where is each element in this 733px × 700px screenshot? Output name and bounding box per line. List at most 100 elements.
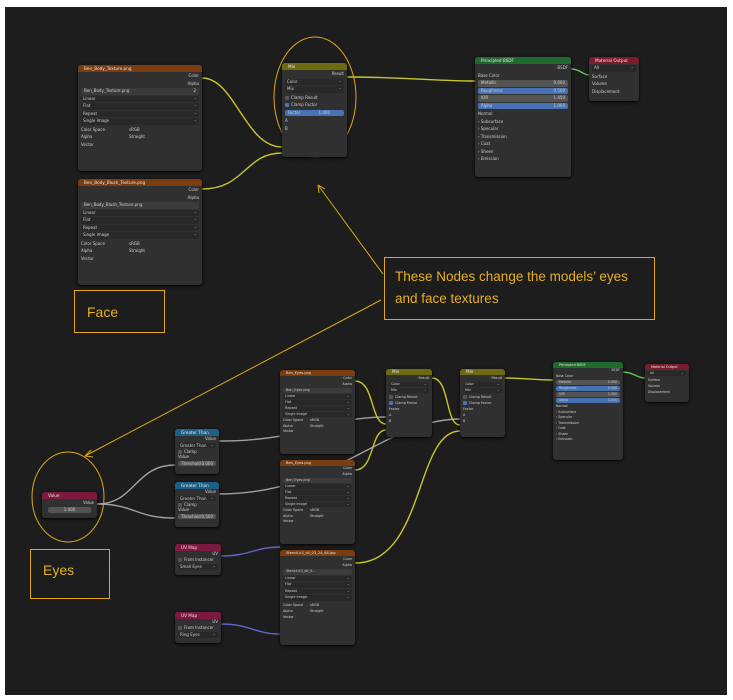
face-mix-node[interactable]: Mix Result Color Mix Clamp Result Clamp …	[282, 63, 347, 157]
interpolation-dropdown[interactable]: Linear	[81, 209, 199, 216]
alpha-mode-row[interactable]: Alpha Straight	[78, 133, 202, 141]
alpha-mode-row[interactable]: Alpha Straight	[78, 247, 202, 255]
threshold-field[interactable]: Threshold 0.000	[178, 460, 216, 466]
image-selector[interactable]: Ben_Eyes.png	[283, 478, 352, 483]
extension-dropdown[interactable]: Repeat	[283, 496, 352, 501]
extension-dropdown[interactable]: Repeat	[81, 224, 199, 231]
interpolation-dropdown[interactable]: Linear	[283, 484, 352, 489]
image-selector[interactable]: Stencil.k3_dil_0...	[283, 569, 352, 575]
target-dropdown[interactable]: All	[648, 371, 686, 376]
colorspace-row[interactable]: Color Space sRGB	[78, 126, 202, 134]
operation-dropdown[interactable]: Greater Than	[178, 495, 216, 501]
image-selector[interactable]: Ben_Body_Blush_Texture.png	[81, 202, 199, 209]
interpolation-dropdown[interactable]: Linear	[283, 575, 352, 581]
uv-map-selector[interactable]: Ring Eyes	[178, 632, 218, 638]
roughness-field[interactable]: Roughness 0.500	[556, 386, 620, 391]
panel-emission[interactable]: › Emission	[475, 155, 571, 163]
roughness-field[interactable]: Roughness 0.500	[478, 87, 568, 94]
face-texture-node[interactable]: Ben_Body_Texture.png Color Alpha Ben_Bod…	[78, 65, 202, 171]
node-title[interactable]: Greater Than	[175, 429, 219, 436]
node-title[interactable]: Material Output	[589, 57, 639, 64]
clamp-result-checkbox[interactable]: Clamp Result	[282, 94, 347, 102]
node-title[interactable]: Material Output	[645, 364, 689, 370]
eyes-uv-map-node-1[interactable]: UV Map UV From Instancer Small Eyes	[175, 544, 221, 575]
node-title[interactable]: Principled BSDF	[475, 57, 571, 64]
node-title[interactable]: UV Map	[175, 612, 221, 619]
node-title[interactable]: Ben_Body_Texture.png	[78, 65, 202, 72]
checkbox-icon[interactable]	[178, 626, 182, 630]
panel-coat[interactable]: › Coat	[475, 140, 571, 148]
alpha-mode-value[interactable]: Straight	[129, 133, 199, 141]
colorspace-value[interactable]: sRGB	[129, 126, 199, 134]
source-dropdown[interactable]: Single Image	[283, 502, 352, 507]
node-title[interactable]: Value	[42, 492, 97, 499]
checkbox-icon[interactable]	[178, 558, 182, 562]
face-material-output-node[interactable]: Material Output All Surface Volume Displ…	[589, 57, 639, 101]
eyes-material-output-node[interactable]: Material Output All Surface Volume Displ…	[645, 364, 689, 402]
checkbox-icon[interactable]	[285, 95, 289, 100]
from-instancer-checkbox[interactable]: From Instancer	[175, 557, 221, 563]
projection-dropdown[interactable]: Flat	[283, 400, 352, 405]
interpolation-dropdown[interactable]: Linear	[283, 394, 352, 399]
clamp-factor-checkbox[interactable]: Clamp Factor	[282, 101, 347, 109]
blend-mode-dropdown[interactable]: Mix	[463, 388, 502, 393]
face-blush-texture-node[interactable]: Ben_Body_Blush_Texture.png Color Alpha B…	[78, 179, 202, 285]
checkbox-icon[interactable]	[178, 449, 182, 454]
operation-dropdown[interactable]: Greater Than	[178, 442, 216, 448]
checkbox-checked-icon[interactable]	[285, 103, 289, 107]
extension-dropdown[interactable]: Repeat	[81, 110, 199, 117]
checkbox-icon[interactable]	[463, 395, 467, 399]
eyes-texture-node-2[interactable]: Ben_Eyes.png Color Alpha Ben_Eyes.png Li…	[280, 460, 355, 544]
projection-dropdown[interactable]: Flat	[81, 217, 199, 224]
alpha-field[interactable]: Alpha 1.000	[556, 398, 620, 403]
colorspace-row[interactable]: Color Space sRGB	[78, 240, 202, 248]
panel-subsurface[interactable]: › Subsurface	[475, 118, 571, 126]
eyes-principled-bsdf-node[interactable]: Principled BSDF BSDF Base Color Metallic…	[553, 362, 623, 460]
colorspace-value[interactable]: sRGB	[129, 240, 199, 248]
eyes-texture-node-3[interactable]: Stencil.k3_dil_03_24_64.jpg Color Alpha …	[280, 550, 355, 645]
eyes-uv-map-node-2[interactable]: UV Map UV From Instancer Ring Eyes	[175, 612, 221, 643]
data-type-dropdown[interactable]: Color	[389, 382, 429, 387]
eyes-mix-node-2[interactable]: Mix Result Color Mix Clamp Result Clamp …	[460, 369, 505, 437]
source-dropdown[interactable]: Single Image	[283, 412, 352, 417]
projection-dropdown[interactable]: Flat	[81, 103, 199, 110]
eyes-mix-node-1[interactable]: Mix Result Color Mix Clamp Result Clamp …	[386, 369, 432, 437]
panel-emission[interactable]: › Emission	[553, 437, 623, 443]
alpha-mode-value[interactable]: Straight	[129, 247, 199, 255]
panel-transmission[interactable]: › Transmission	[475, 133, 571, 141]
extension-dropdown[interactable]: Repeat	[283, 406, 352, 411]
alpha-field[interactable]: Alpha 1.000	[478, 102, 568, 109]
image-selector[interactable]: Ben_Body_Texture.png 2	[81, 88, 199, 95]
source-dropdown[interactable]: Single Image	[81, 232, 199, 239]
ior-field[interactable]: IOR 1.450	[556, 392, 620, 397]
metallic-field[interactable]: Metallic 0.000	[478, 80, 568, 87]
eyes-value-node[interactable]: Value Value 1.000	[42, 492, 97, 518]
checkbox-checked-icon[interactable]	[463, 401, 467, 405]
factor-field[interactable]: Factor 1.000	[285, 109, 344, 116]
panel-specular[interactable]: › Specular	[475, 125, 571, 133]
uv-map-selector[interactable]: Small Eyes	[178, 564, 218, 570]
node-editor-canvas[interactable]: Ben_Body_Texture.png Color Alpha Ben_Bod…	[5, 7, 727, 695]
node-title[interactable]: Mix	[282, 63, 347, 70]
blend-mode-dropdown[interactable]: Mix	[285, 86, 344, 93]
node-title[interactable]: Ben_Body_Blush_Texture.png	[78, 179, 202, 186]
checkbox-icon[interactable]	[178, 502, 182, 507]
eyes-greater-than-node-1[interactable]: Greater Than Value Greater Than Clamp Va…	[175, 429, 219, 474]
ior-field[interactable]: IOR 1.450	[478, 95, 568, 102]
source-dropdown[interactable]: Single Image	[81, 118, 199, 125]
from-instancer-checkbox[interactable]: From Instancer	[175, 625, 221, 631]
target-dropdown[interactable]: All	[592, 65, 636, 72]
interpolation-dropdown[interactable]: Linear	[81, 95, 199, 102]
node-title[interactable]: UV Map	[175, 544, 221, 551]
data-type-dropdown[interactable]: Color	[463, 382, 502, 387]
data-type-dropdown[interactable]: Color	[285, 78, 344, 85]
projection-dropdown[interactable]: Flat	[283, 490, 352, 495]
node-title[interactable]: Greater Than	[175, 482, 219, 489]
face-principled-bsdf-node[interactable]: Principled BSDF BSDF Base Color Metallic…	[475, 57, 571, 177]
checkbox-icon[interactable]	[389, 395, 393, 399]
image-selector[interactable]: Ben_Eyes.png	[283, 388, 352, 393]
eyes-greater-than-node-2[interactable]: Greater Than Value Greater Than Clamp Va…	[175, 482, 219, 527]
extension-dropdown[interactable]: Repeat	[283, 588, 352, 594]
eyes-texture-node-1[interactable]: Ben_Eyes.png Color Alpha Ben_Eyes.png Li…	[280, 370, 355, 454]
value-field[interactable]: 1.000	[48, 506, 91, 513]
